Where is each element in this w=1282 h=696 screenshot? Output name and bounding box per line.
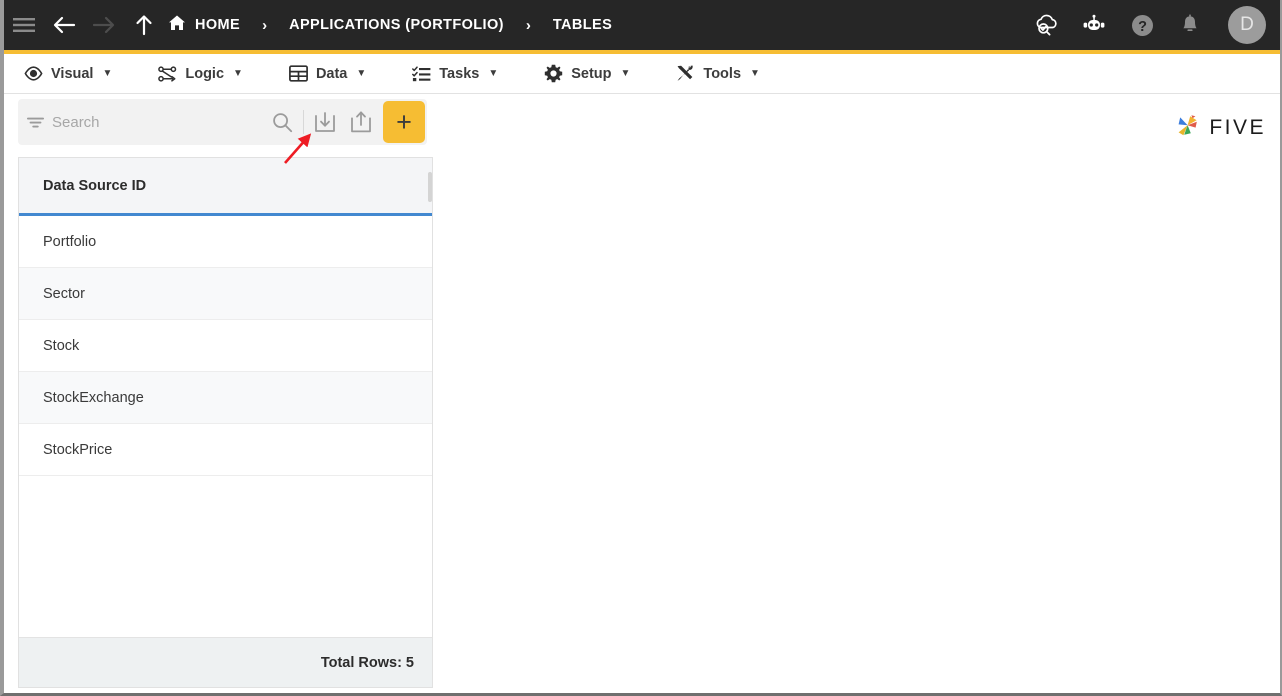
home-icon	[168, 14, 186, 36]
chevron-down-icon: ▼	[102, 68, 113, 79]
menu-tasks[interactable]: Tasks ▼	[400, 54, 510, 94]
breadcrumb-label-tables: TABLES	[552, 17, 613, 33]
breadcrumb-label-home: HOME	[195, 17, 241, 33]
menu-logic-label: Logic	[185, 65, 225, 82]
table-row[interactable]: Sector	[19, 268, 432, 320]
avatar[interactable]: D	[1228, 6, 1266, 44]
cell-data-source-id: Sector	[43, 285, 85, 302]
table-footer: Total Rows: 5	[19, 637, 432, 687]
horizontal-scrollbar[interactable]	[428, 172, 432, 202]
table-row[interactable]: Portfolio	[19, 216, 432, 268]
menu-visual-label: Visual	[51, 65, 94, 82]
cell-data-source-id: StockPrice	[43, 441, 113, 458]
table-row[interactable]: StockPrice	[19, 424, 432, 476]
cell-data-source-id: StockExchange	[43, 389, 144, 406]
cloud-check-icon[interactable]	[1030, 9, 1062, 41]
total-rows-label: Total Rows: 5	[320, 654, 414, 671]
bell-icon[interactable]	[1174, 9, 1206, 41]
menu-logic[interactable]: Logic ▼	[146, 54, 255, 94]
table-empty-area	[19, 476, 432, 528]
tools-icon	[676, 64, 695, 83]
search-icon[interactable]	[264, 99, 300, 145]
gear-icon	[544, 64, 563, 83]
table-body: Portfolio Sector Stock StockExchange Sto…	[19, 216, 432, 637]
table-row[interactable]: StockExchange	[19, 372, 432, 424]
menu-visual[interactable]: Visual ▼	[12, 54, 124, 94]
breadcrumb-item-home[interactable]: HOME	[168, 14, 240, 36]
import-icon[interactable]	[307, 99, 343, 145]
hamburger-icon[interactable]	[4, 0, 44, 50]
tables-panel: + Data Source ID Portfolio Sector Stock …	[8, 95, 433, 692]
add-button[interactable]: +	[383, 101, 425, 143]
main-menu-bar: Visual ▼ Logic ▼ Data ▼ Tasks ▼ Setup ▼ …	[4, 54, 1280, 139]
breadcrumb-separator: ›	[262, 16, 268, 34]
breadcrumb-item-tables[interactable]: TABLES	[553, 17, 612, 33]
help-icon[interactable]: ?	[1126, 9, 1158, 41]
cell-data-source-id: Stock	[43, 337, 80, 354]
chevron-down-icon: ▼	[233, 68, 243, 79]
search-input[interactable]	[52, 113, 264, 131]
chevron-down-icon: ▼	[488, 68, 499, 79]
menu-tools-label: Tools	[703, 65, 742, 82]
top-header-bar: HOME › APPLICATIONS (PORTFOLIO) › TABLES	[4, 0, 1280, 50]
breadcrumb: HOME › APPLICATIONS (PORTFOLIO) › TABLES	[168, 14, 612, 36]
list-toolbar: +	[18, 99, 427, 145]
cell-data-source-id: Portfolio	[43, 233, 97, 250]
checklist-icon	[412, 64, 431, 83]
chevron-down-icon: ▼	[750, 68, 760, 79]
menu-setup-label: Setup	[571, 65, 612, 82]
export-icon[interactable]	[343, 99, 379, 145]
menu-data-label: Data	[315, 65, 348, 82]
five-logo-text: FIVE	[1209, 116, 1266, 139]
menu-tasks-label: Tasks	[439, 65, 480, 82]
data-source-table: Data Source ID Portfolio Sector Stock St…	[18, 157, 433, 688]
breadcrumb-item-applications[interactable]: APPLICATIONS (PORTFOLIO)	[289, 17, 504, 33]
menu-tools[interactable]: Tools ▼	[664, 54, 772, 94]
toolbar-divider	[303, 110, 304, 134]
column-header-data-source-id[interactable]: Data Source ID	[19, 178, 146, 194]
five-logo-mark	[1174, 114, 1201, 143]
forward-button[interactable]	[84, 0, 124, 50]
app-window: HOME › APPLICATIONS (PORTFOLIO) › TABLES	[0, 0, 1282, 696]
table-header-row: Data Source ID	[19, 158, 432, 216]
header-actions: ? D	[1030, 0, 1266, 50]
robot-icon[interactable]	[1078, 9, 1110, 41]
eye-icon	[24, 64, 43, 83]
chevron-down-icon: ▼	[620, 68, 631, 79]
five-logo: FIVE	[1174, 108, 1266, 148]
chevron-down-icon: ▼	[356, 68, 367, 79]
table-row[interactable]: Stock	[19, 320, 432, 372]
menu-data[interactable]: Data ▼	[277, 54, 378, 94]
up-button[interactable]	[124, 0, 164, 50]
breadcrumb-separator: ›	[525, 16, 531, 34]
logic-nodes-icon	[158, 64, 177, 83]
svg-text:?: ?	[1138, 19, 1147, 35]
back-button[interactable]	[44, 0, 84, 50]
menu-setup[interactable]: Setup ▼	[532, 54, 642, 94]
filter-icon[interactable]	[18, 115, 52, 130]
grid-icon	[288, 64, 308, 83]
breadcrumb-label-applications: APPLICATIONS (PORTFOLIO)	[289, 17, 504, 33]
